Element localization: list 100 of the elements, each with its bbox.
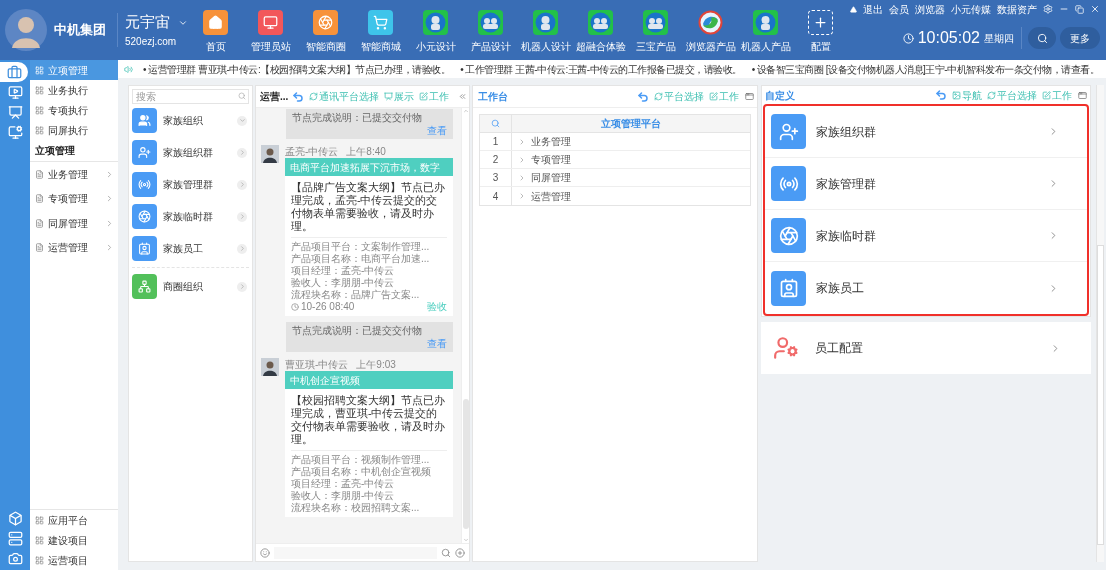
edit-icon [419,92,429,101]
avatar [261,358,279,376]
sidebar-item[interactable]: 运营项目 [30,550,118,570]
group-item[interactable]: 商圈组织 [132,274,249,299]
app-shortcut[interactable]: 三宝产品 [628,0,683,60]
tree-row[interactable]: 同屏管理 [512,169,750,186]
restore-icon[interactable] [1075,4,1084,14]
row-number: 4 [480,187,512,205]
app-shortcut[interactable]: 浏览器产品 [683,0,738,60]
card-banner: 电商平台加速拓展下沉市场，数字 [285,158,453,176]
window-icon[interactable] [1078,90,1087,100]
app-shortcut[interactable]: 机器人产品 [738,0,793,60]
tree-row[interactable]: 运营管理 [512,187,750,205]
app-shortcut[interactable]: 首页 [188,0,243,60]
screen-icon[interactable] [7,104,23,120]
sender-name: 孟亮-中传云 [285,145,339,158]
sidebar-item[interactable]: 业务执行 [30,80,118,100]
expand-icon[interactable] [237,211,247,222]
app-shortcut[interactable]: 智能商圈 [298,0,353,60]
tree-row[interactable]: 业务管理 [512,133,750,150]
collapse-icon[interactable] [458,92,467,101]
sidebar-item[interactable]: 专项执行 [30,100,118,120]
scroll-up-icon[interactable] [462,108,469,114]
swirl-icon [698,10,723,35]
header-link[interactable]: 浏览器 [915,1,945,17]
edit-icon [709,92,718,101]
collapse-icon[interactable] [237,115,247,126]
scrollbar[interactable] [461,108,469,543]
sidebar-item[interactable]: 同屏执行 [30,120,118,140]
ticker-message[interactable]: • 运营管理群 曹亚琪-中传云:【校园招聘文案大纲】节点已办理，请验收。 [143,61,451,77]
refresh-icon [309,92,319,101]
app-shortcut[interactable]: 产品设计 [463,0,518,60]
app-shortcut[interactable]: 管理员站 [243,0,298,60]
monitor-icon[interactable] [7,84,23,100]
app-shortcut[interactable]: 超融合体验 [573,0,628,60]
window-icon[interactable] [745,92,754,101]
group-row[interactable]: 家族组织群 [765,106,1087,158]
config-row[interactable]: 员工配置 [761,322,1091,374]
search-field[interactable]: 搜索 [132,89,249,104]
tree-row[interactable]: 专项管理 [512,151,750,168]
product-name[interactable]: 元宇宙 [125,11,170,34]
more-button[interactable]: 更多 [1060,27,1100,49]
search-icon[interactable] [491,119,500,128]
expand-icon[interactable] [237,179,247,190]
back-icon[interactable] [637,90,649,103]
rail-tab[interactable] [0,62,28,82]
note-text: 节点完成说明：已提交交付物 [292,111,423,124]
avatar[interactable] [4,8,48,52]
group-item[interactable]: 家族组织 [132,108,249,133]
app-shortcut[interactable]: 配置 [793,0,848,60]
group-row[interactable]: 家族员工 [765,262,1087,314]
close-icon[interactable] [1090,4,1100,14]
header-link[interactable]: 小元传媒 [951,1,991,17]
camera-icon[interactable] [7,550,23,566]
expand-icon[interactable] [237,243,247,254]
refresh-icon [987,90,996,100]
back-icon[interactable] [292,90,305,103]
display-icon [384,92,394,101]
chevron-icon [518,192,526,200]
app-shortcut[interactable]: 智能商城 [353,0,408,60]
emoji-icon[interactable] [260,547,270,558]
header-link[interactable]: 会员 [889,1,909,17]
picture-frame-icon [952,90,961,100]
group-item[interactable]: 家族临时群 [132,204,249,229]
search-button[interactable] [1028,27,1056,49]
ticker-message[interactable]: • 工作管理群 王茜-中传云:王茜-中传云的工作报备已提交，请验收。 [460,61,742,77]
group-item[interactable]: 家族组织群 [132,140,249,165]
back-icon[interactable] [935,89,947,101]
sidebar-item[interactable]: 立项管理 [30,60,118,80]
group-row[interactable]: 家族临时群 [765,210,1087,262]
sidebar-item[interactable]: 运营管理 [30,235,118,260]
group-item[interactable]: 家族管理群 [132,172,249,197]
scrollbar[interactable] [1096,85,1104,562]
detail-line: 项目经理：孟亮-中传云 [291,265,396,277]
settings-icon[interactable] [1043,4,1053,14]
app-shortcut[interactable]: 机器人设计 [518,0,573,60]
ticker-message[interactable]: • 设备智三宝商圈 [设备交付物机器人消息]王宁-中机智科发布一条交付物，请查看。 [751,61,1100,77]
server-icon[interactable] [7,530,23,546]
group-item[interactable]: 家族员工 [132,236,249,261]
sidebar-item[interactable]: 专项管理 [30,186,118,211]
id-badge-icon [771,270,806,306]
header-link[interactable]: 退出 [863,1,883,17]
sidebar-item[interactable]: 同屏管理 [30,211,118,236]
sidebar-item[interactable]: 应用平台 [30,510,118,530]
robot-icon [533,10,558,35]
expand-icon[interactable] [237,281,247,292]
triangle-icon[interactable] [850,5,857,13]
search-icon[interactable] [441,547,451,558]
sidebar-item[interactable]: 建设项目 [30,530,118,550]
monitor-gear-icon[interactable] [7,124,23,140]
sidebar-item[interactable]: 业务管理 [30,162,118,187]
header-link[interactable]: 数据资产 [997,1,1037,17]
add-icon[interactable] [455,547,465,558]
expand-icon[interactable] [237,147,247,158]
group-row[interactable]: 家族管理群 [765,158,1087,210]
aperture-icon [313,10,338,35]
cube-icon[interactable] [7,510,23,526]
app-shortcut[interactable]: 小元设计 [408,0,463,60]
briefcase-icon[interactable] [6,64,22,80]
search-icon[interactable] [238,92,246,100]
